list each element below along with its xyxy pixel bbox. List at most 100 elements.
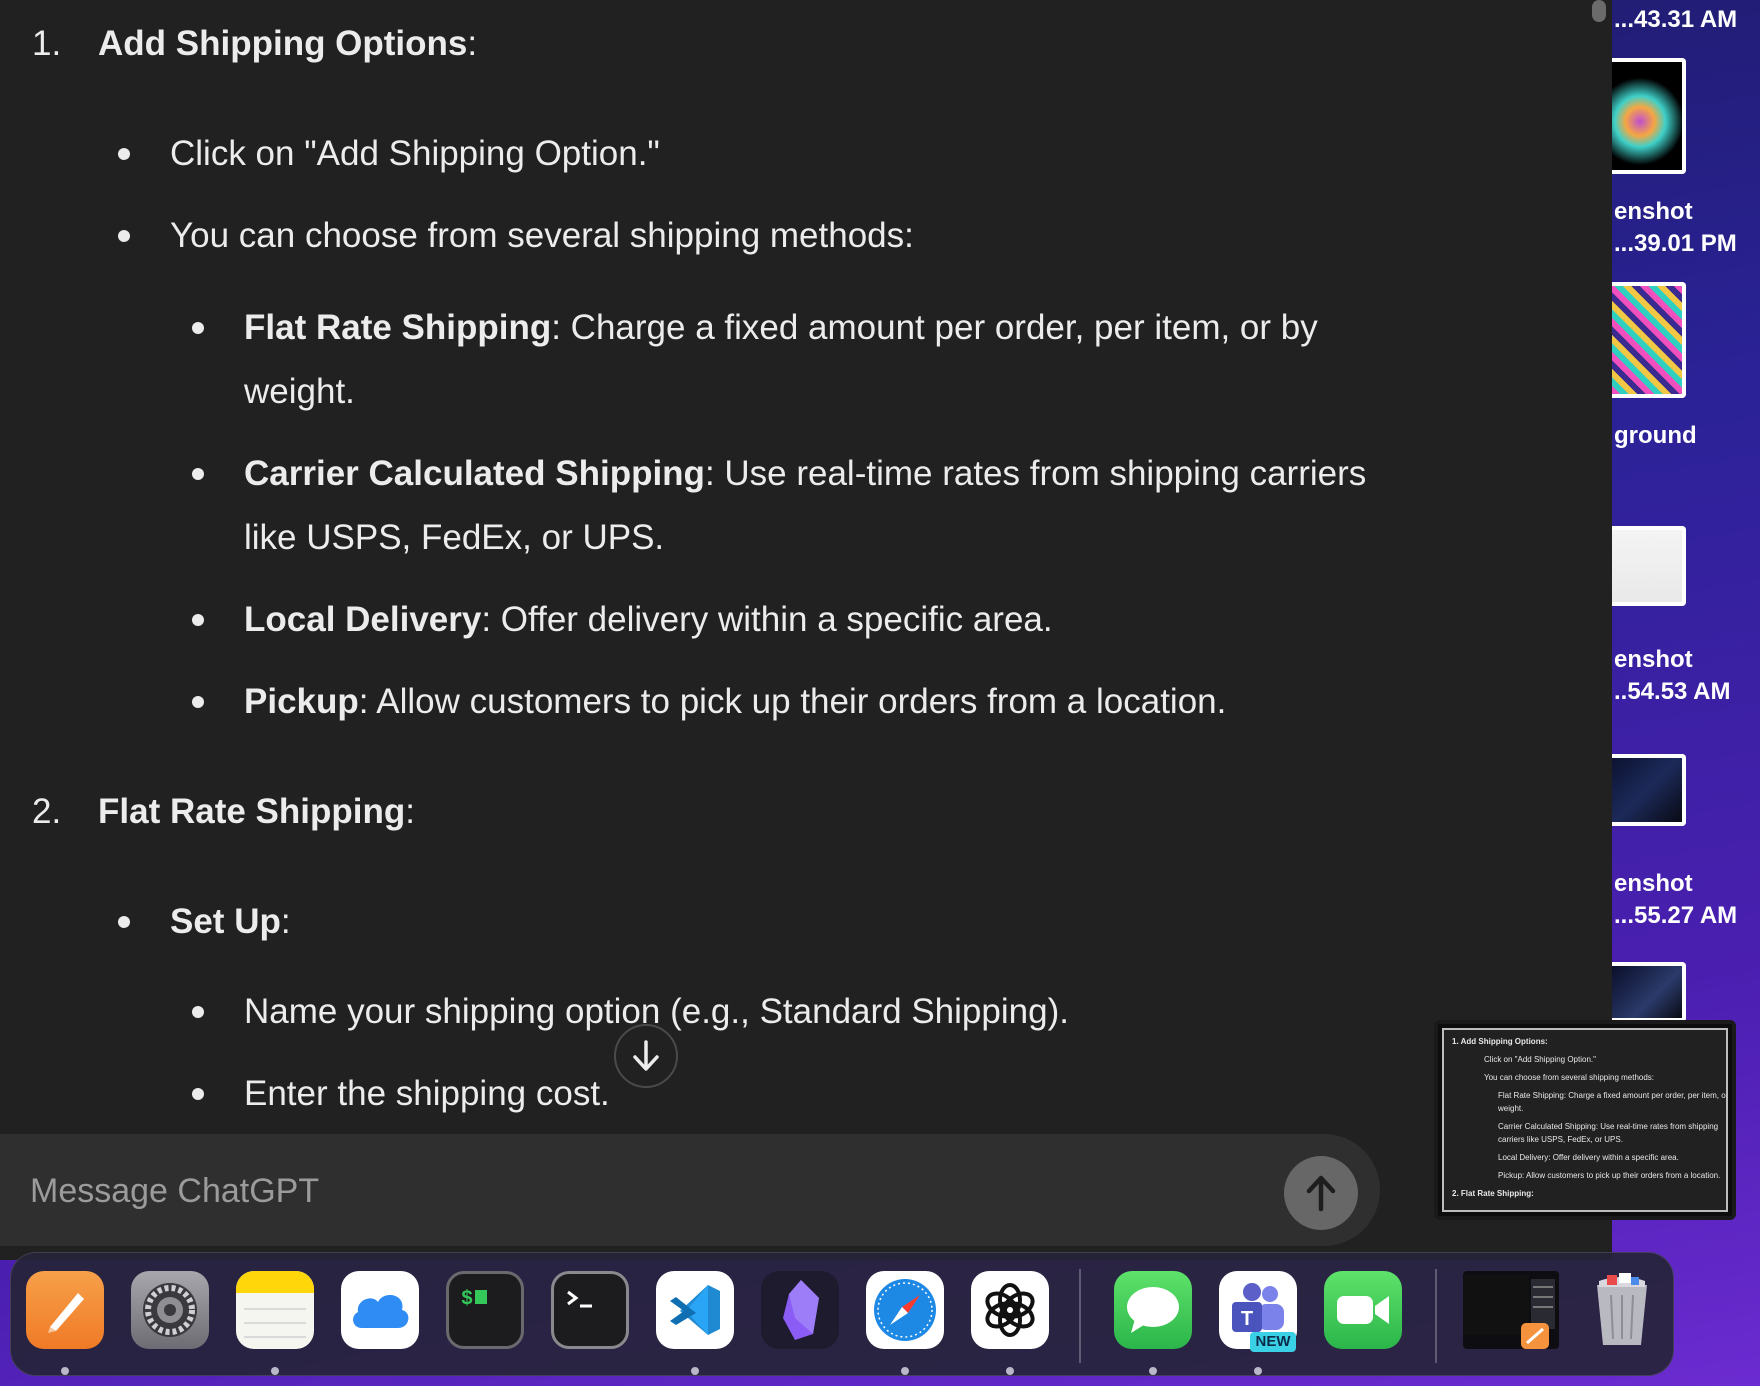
chat-message-content: 1. Add Shipping Options: Click on "Add S… — [0, 0, 1580, 1134]
cloud-icon — [353, 1295, 409, 1328]
bullet-dot — [192, 1006, 204, 1018]
dock-app-terminal-dollar[interactable]: $ — [446, 1271, 524, 1349]
preview-content: 1. Add Shipping Options: Click on "Add S… — [1442, 1028, 1728, 1212]
obsidian-icon — [783, 1280, 819, 1340]
dock-app-safari[interactable] — [866, 1271, 944, 1349]
desktop-file-label[interactable]: enshot — [1614, 644, 1693, 675]
list-number: 2. — [32, 792, 62, 831]
preview-line: 1. Add Shipping Options: — [1452, 1037, 1548, 1046]
arrow-up-icon — [1306, 1175, 1336, 1212]
bullet-dot — [192, 696, 204, 708]
desktop-file-label[interactable]: ground — [1614, 420, 1697, 451]
bullet-dot — [118, 916, 130, 928]
desktop-file-thumbnail[interactable] — [1612, 754, 1686, 826]
preview-line: Click on "Add Shipping Option." — [1484, 1055, 1596, 1064]
dock: $ T — [10, 1252, 1674, 1376]
desktop-file-label[interactable]: enshot — [1614, 868, 1693, 899]
bullet-dot — [192, 1088, 204, 1100]
dock-recent-window[interactable] — [1463, 1271, 1559, 1349]
preview-line: Flat Rate Shipping: Charge a fixed amoun… — [1498, 1091, 1728, 1100]
desktop-file-thumbnail[interactable] — [1612, 962, 1686, 1022]
dock-app-chatgpt[interactable] — [971, 1271, 1049, 1349]
dock-separator — [1079, 1269, 1081, 1363]
running-indicator — [61, 1367, 69, 1375]
list-item-text: Pickup: Allow customers to pick up their… — [244, 682, 1227, 721]
message-composer: Message ChatGPT — [0, 1134, 1380, 1246]
preview-line: carriers like USPS, FedEx, or UPS. — [1498, 1135, 1623, 1144]
vscode-icon — [670, 1285, 720, 1335]
dock-separator — [1435, 1269, 1437, 1363]
trash-icon — [1597, 1273, 1647, 1345]
chatgpt-window: 1. Add Shipping Options: Click on "Add S… — [0, 0, 1612, 1260]
desktop-file-label[interactable]: ...39.01 PM — [1614, 228, 1737, 259]
notes-icon — [236, 1271, 314, 1338]
list-number: 1. — [32, 24, 62, 63]
desktop-file-thumbnail[interactable] — [1612, 58, 1686, 174]
desktop-file-thumbnail[interactable] — [1612, 282, 1686, 398]
dock-app-messages[interactable] — [1114, 1271, 1192, 1349]
ordered-list-item: 2. Flat Rate Shipping: — [0, 780, 1480, 844]
desktop-file-thumbnail[interactable] — [1612, 526, 1686, 606]
desktop-file-label[interactable]: ...55.27 AM — [1614, 900, 1737, 931]
dock-app-pages[interactable] — [26, 1271, 104, 1349]
list-item-text: Name your shipping option (e.g., Standar… — [244, 992, 1069, 1031]
running-indicator — [271, 1367, 279, 1375]
bullet-dot — [192, 614, 204, 626]
preview-line: 2. Flat Rate Shipping: — [1452, 1189, 1534, 1198]
list-item-text: Carrier Calculated Shipping: Use real-ti… — [244, 454, 1367, 557]
svg-text:$: $ — [461, 1288, 473, 1311]
message-input[interactable]: Message ChatGPT — [30, 1166, 1230, 1216]
gear-icon — [143, 1283, 197, 1337]
bullet-dot — [192, 468, 204, 480]
pencil-icon — [48, 1293, 84, 1333]
list-item-text: Enter the shipping cost. — [244, 1074, 610, 1113]
running-indicator — [691, 1367, 699, 1375]
list-item-text: Flat Rate Shipping: Charge a fixed amoun… — [244, 308, 1318, 411]
running-indicator — [901, 1367, 909, 1375]
desktop-file-label[interactable]: ..54.53 AM — [1614, 676, 1731, 707]
preview-line: weight. — [1498, 1104, 1524, 1113]
preview-line: Carrier Calculated Shipping: Use real-ti… — [1498, 1122, 1719, 1131]
arrow-down-icon — [633, 1040, 659, 1071]
bullet-dot — [192, 322, 204, 334]
send-button[interactable] — [1284, 1156, 1358, 1230]
preview-line: Pickup: Allow customers to pick up their… — [1498, 1171, 1721, 1180]
list-item-text: Local Delivery: Offer delivery within a … — [244, 600, 1053, 639]
bullet-dot — [118, 230, 130, 242]
preview-line: You can choose from several shipping met… — [1484, 1073, 1655, 1082]
compass-icon — [874, 1279, 936, 1341]
section-heading: Add Shipping Options: — [98, 24, 478, 63]
dock-app-terminal[interactable] — [551, 1271, 629, 1349]
dock-app-vscode[interactable] — [656, 1271, 734, 1349]
desktop-file-label[interactable]: enshot — [1614, 196, 1693, 227]
list-item-text: Set Up: — [170, 902, 291, 941]
running-indicator — [1149, 1367, 1157, 1375]
ordered-list-item: 1. Add Shipping Options: — [0, 12, 1480, 76]
dock-app-notes[interactable] — [236, 1271, 314, 1349]
list-item-text: Click on "Add Shipping Option." — [170, 134, 660, 173]
list-item-text: You can choose from several shipping met… — [170, 216, 914, 255]
terminal-icon — [567, 1290, 592, 1308]
scrollbar-track[interactable] — [1580, 0, 1612, 1134]
dock-app-icloud[interactable] — [341, 1271, 419, 1349]
dock-app-obsidian[interactable] — [761, 1271, 839, 1349]
screenshot-preview-thumbnail[interactable]: 1. Add Shipping Options: Click on "Add S… — [1434, 1020, 1736, 1220]
scrollbar-thumb[interactable] — [1592, 0, 1606, 22]
dock-app-facetime[interactable] — [1324, 1271, 1402, 1349]
speech-bubble-icon — [1127, 1287, 1179, 1333]
dock-trash[interactable] — [1583, 1271, 1661, 1349]
dock-app-system-settings[interactable] — [131, 1271, 209, 1349]
terminal-dollar-icon: $ — [461, 1288, 487, 1311]
window-thumbnail-icon — [1463, 1275, 1555, 1349]
section-heading: Flat Rate Shipping: — [98, 792, 415, 831]
running-indicator — [1006, 1367, 1014, 1375]
teams-icon: T — [1232, 1283, 1284, 1332]
scroll-to-bottom-button[interactable] — [614, 1024, 678, 1088]
svg-text:T: T — [1241, 1308, 1253, 1330]
video-camera-icon — [1337, 1296, 1389, 1324]
desktop-file-label[interactable]: ...43.31 AM — [1614, 4, 1737, 35]
new-badge: NEW — [1250, 1332, 1296, 1352]
chatgpt-icon — [985, 1283, 1035, 1337]
preview-line: Local Delivery: Offer delivery within a … — [1498, 1153, 1679, 1162]
running-indicator — [1254, 1367, 1262, 1375]
